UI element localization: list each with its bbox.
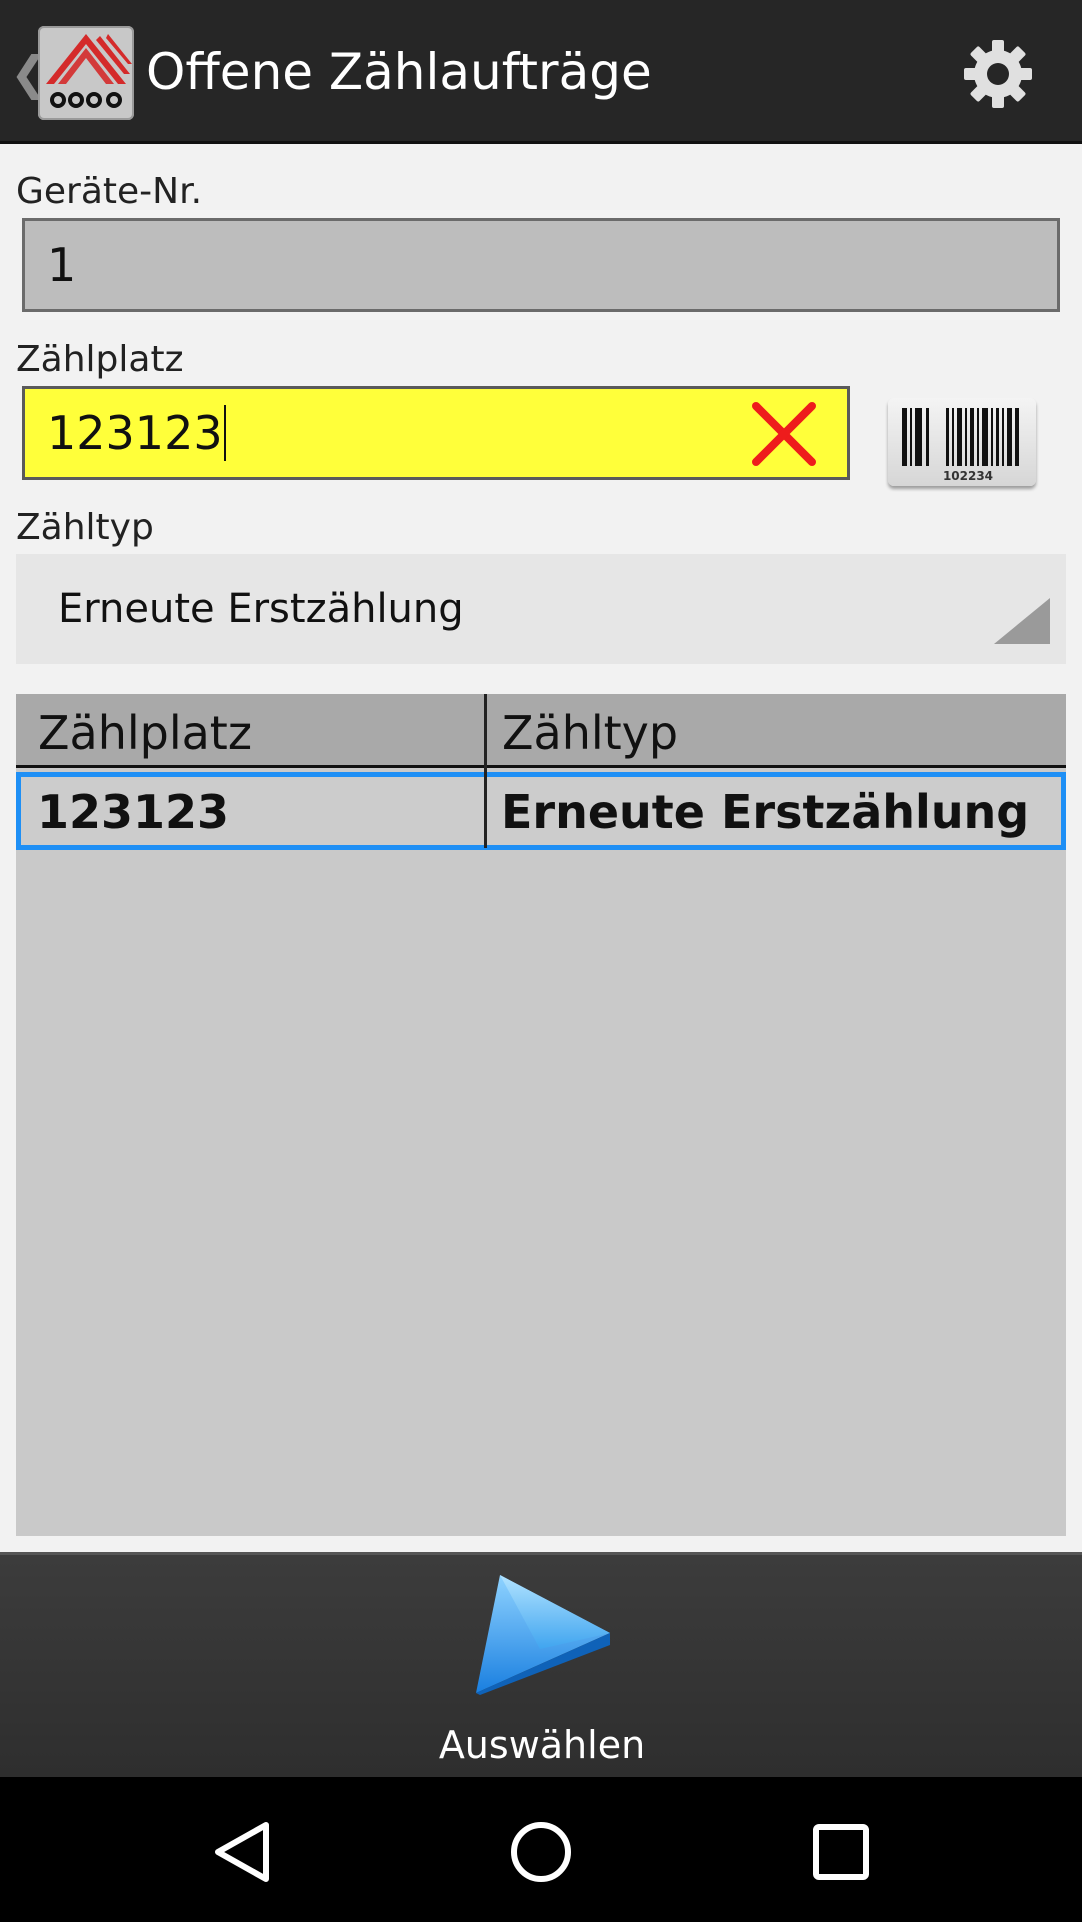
text-caret bbox=[223, 404, 226, 461]
system-nav-bar bbox=[0, 1777, 1082, 1922]
table-header: Zählplatz Zähltyp bbox=[16, 694, 1066, 768]
nav-back-icon bbox=[215, 1822, 269, 1882]
column-header-zaehltyp[interactable]: Zähltyp bbox=[502, 694, 678, 768]
column-divider bbox=[484, 694, 487, 848]
table-row[interactable]: 123123 Erneute Erstzählung bbox=[16, 772, 1066, 850]
clear-button[interactable] bbox=[748, 400, 820, 468]
orders-table: Zählplatz Zähltyp 123123 Erneute Erstzäh… bbox=[16, 694, 1066, 1536]
geraete-label: Geräte-Nr. bbox=[16, 171, 203, 212]
select-button[interactable]: Auswählen bbox=[420, 1555, 664, 1780]
dropdown-triangle-icon bbox=[994, 598, 1050, 644]
geraete-nr-field[interactable]: 1 bbox=[22, 218, 1060, 312]
nav-recents-icon bbox=[813, 1824, 869, 1880]
barcode-number: 102234 bbox=[943, 469, 993, 483]
zaehltyp-dropdown[interactable]: Erneute Erstzählung bbox=[16, 554, 1066, 664]
bottom-action-bar: Auswählen bbox=[0, 1552, 1082, 1777]
zaehlplatz-value: 123123 bbox=[47, 406, 223, 460]
nav-recents-button[interactable] bbox=[796, 1807, 886, 1897]
barcode-icon: 102234 bbox=[902, 408, 1019, 483]
nav-home-button[interactable] bbox=[496, 1807, 586, 1897]
zaehltyp-selected-value: Erneute Erstzählung bbox=[58, 586, 464, 632]
settings-button[interactable] bbox=[958, 34, 1038, 114]
cell-zaehltyp: Erneute Erstzählung bbox=[501, 785, 1030, 839]
column-header-zaehlplatz[interactable]: Zählplatz bbox=[38, 694, 252, 768]
gear-icon bbox=[964, 40, 1032, 108]
zaehlplatz-label: Zählplatz bbox=[16, 339, 184, 380]
select-button-label: Auswählen bbox=[438, 1723, 646, 1767]
cosys-logo-icon[interactable] bbox=[38, 26, 134, 120]
barcode-scan-button[interactable]: 102234 bbox=[888, 398, 1036, 486]
nav-home-icon bbox=[511, 1822, 571, 1882]
cell-zaehlplatz: 123123 bbox=[37, 785, 230, 839]
zaehlplatz-input[interactable]: 123123 bbox=[22, 386, 850, 480]
nav-back-button[interactable] bbox=[196, 1807, 286, 1897]
page-title: Offene Zählaufträge bbox=[146, 43, 652, 101]
play-arrow-icon bbox=[476, 1575, 610, 1695]
action-bar: ❮ Offene Zählaufträge bbox=[0, 0, 1082, 144]
clear-x-icon bbox=[752, 402, 816, 466]
zaehltyp-label: Zähltyp bbox=[16, 507, 154, 548]
